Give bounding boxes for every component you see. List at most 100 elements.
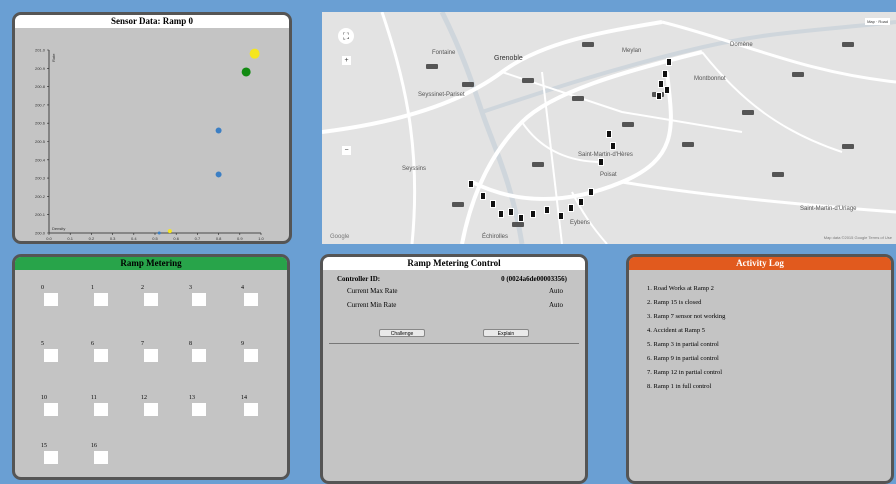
ramp-status-box[interactable] bbox=[144, 403, 158, 416]
ramp-cell-4[interactable]: 4 bbox=[241, 285, 281, 325]
log-item: 5. Ramp 3 in partial control bbox=[647, 341, 719, 348]
ramp-marker[interactable] bbox=[598, 158, 604, 166]
ramp-marker[interactable] bbox=[480, 192, 486, 200]
road-shield bbox=[426, 64, 438, 69]
ramp-cell-5[interactable]: 5 bbox=[41, 341, 81, 381]
ramp-marker[interactable] bbox=[544, 206, 550, 214]
ramp-marker[interactable] bbox=[656, 92, 662, 100]
ramp-marker[interactable] bbox=[490, 200, 496, 208]
ramp-status-box[interactable] bbox=[144, 349, 158, 362]
ramp-marker[interactable] bbox=[588, 188, 594, 196]
ramp-marker[interactable] bbox=[664, 86, 670, 94]
y-tick-label: 200.4 bbox=[35, 157, 46, 162]
y-tick-label: 200.5 bbox=[35, 139, 46, 144]
ramp-cell-12[interactable]: 12 bbox=[141, 395, 181, 435]
x-tick-label: 0.2 bbox=[89, 236, 95, 241]
ramp-cell-10[interactable]: 10 bbox=[41, 395, 81, 435]
ramp-status-box[interactable] bbox=[94, 349, 108, 362]
activity-log-title: Activity Log bbox=[629, 257, 891, 270]
ramp-status-box[interactable] bbox=[94, 451, 108, 464]
zoom-out-button[interactable]: − bbox=[342, 146, 351, 155]
ramp-cell-2[interactable]: 2 bbox=[141, 285, 181, 325]
ramp-status-box[interactable] bbox=[94, 293, 108, 306]
map-panel[interactable]: Grenoble Fontaine Seyssinet-Pariset Seys… bbox=[322, 12, 896, 244]
x-tick-label: 0.5 bbox=[152, 236, 158, 241]
ramp-marker[interactable] bbox=[508, 208, 514, 216]
ramp-cell-label: 5 bbox=[41, 341, 44, 347]
ramp-marker[interactable] bbox=[558, 212, 564, 220]
ramp-status-box[interactable] bbox=[144, 293, 158, 306]
ramp-status-box[interactable] bbox=[192, 349, 206, 362]
ramp-status-box[interactable] bbox=[244, 349, 258, 362]
ramp-cell-8[interactable]: 8 bbox=[189, 341, 229, 381]
ramp-cell-0[interactable]: 0 bbox=[41, 285, 81, 325]
ramp-cell-label: 9 bbox=[241, 341, 244, 347]
road-shield bbox=[622, 122, 634, 127]
ramp-cell-11[interactable]: 11 bbox=[91, 395, 131, 435]
ramp-marker[interactable] bbox=[662, 70, 668, 78]
data-point bbox=[241, 67, 251, 77]
ramp-cell-14[interactable]: 14 bbox=[241, 395, 281, 435]
map-place-label: Saint-Martin-d'Hères bbox=[578, 152, 633, 158]
road-shield bbox=[572, 96, 584, 101]
ramp-cell-13[interactable]: 13 bbox=[189, 395, 229, 435]
road-shield bbox=[452, 202, 464, 207]
challenge-button[interactable]: Challenge bbox=[379, 329, 425, 337]
ramp-cell-label: 3 bbox=[189, 285, 192, 291]
log-item: 2. Ramp 15 is closed bbox=[647, 299, 702, 306]
ramp-marker[interactable] bbox=[578, 198, 584, 206]
max-rate-label: Current Max Rate bbox=[347, 287, 398, 295]
ramp-status-box[interactable] bbox=[192, 293, 206, 306]
ramp-status-box[interactable] bbox=[94, 403, 108, 416]
map-place-label: Échirolles bbox=[482, 234, 509, 240]
map-place-label: Seyssins bbox=[402, 166, 427, 172]
ramp-cell-label: 1 bbox=[91, 285, 94, 291]
ramp-marker[interactable] bbox=[468, 180, 474, 188]
ramp-marker[interactable] bbox=[568, 204, 574, 212]
ramp-marker[interactable] bbox=[610, 142, 616, 150]
ramp-status-box[interactable] bbox=[244, 293, 258, 306]
ramp-status-box[interactable] bbox=[44, 293, 58, 306]
control-divider bbox=[329, 343, 579, 344]
y-tick-label: 200.6 bbox=[35, 121, 46, 126]
y-tick-label: 200.1 bbox=[35, 212, 46, 217]
log-item: 7. Ramp 12 in partial control bbox=[647, 369, 723, 376]
ramp-cell-3[interactable]: 3 bbox=[189, 285, 229, 325]
ramp-marker[interactable] bbox=[518, 214, 524, 222]
ramp-status-box[interactable] bbox=[44, 349, 58, 362]
y-tick-label: 200.7 bbox=[35, 102, 46, 107]
map-type-toggle[interactable]: Map · Road bbox=[865, 18, 890, 25]
fullscreen-icon[interactable]: ⛶ bbox=[338, 28, 354, 44]
ramp-marker[interactable] bbox=[606, 130, 612, 138]
ramp-cell-16[interactable]: 16 bbox=[91, 443, 131, 477]
ramp-marker[interactable] bbox=[666, 58, 672, 66]
ramp-status-box[interactable] bbox=[192, 403, 206, 416]
google-logo: Google bbox=[330, 234, 350, 240]
map-attribution[interactable]: Map data ©2015 Google Terms of Use bbox=[824, 235, 892, 240]
road-shield bbox=[522, 78, 534, 83]
road-shield bbox=[842, 144, 854, 149]
ramp-cell-15[interactable]: 15 bbox=[41, 443, 81, 477]
ramp-cell-1[interactable]: 1 bbox=[91, 285, 131, 325]
ramp-marker[interactable] bbox=[498, 210, 504, 218]
x-tick-label: 0.3 bbox=[110, 236, 116, 241]
map-place-label: Fontaine bbox=[432, 50, 456, 56]
road-shield bbox=[532, 162, 544, 167]
ramp-cell-label: 15 bbox=[41, 443, 47, 449]
ramp-control-panel: Ramp Metering Control Controller ID: 0 (… bbox=[320, 254, 588, 484]
ramp-metering-title: Ramp Metering bbox=[15, 257, 287, 270]
ramp-status-box[interactable] bbox=[44, 403, 58, 416]
y-axis-label: Rate bbox=[51, 53, 56, 62]
ramp-cell-label: 11 bbox=[91, 395, 97, 401]
ramp-cell-7[interactable]: 7 bbox=[141, 341, 181, 381]
zoom-in-button[interactable]: + bbox=[342, 56, 351, 65]
data-point bbox=[167, 229, 172, 234]
ramp-cell-9[interactable]: 9 bbox=[241, 341, 281, 381]
ramp-cell-6[interactable]: 6 bbox=[91, 341, 131, 381]
map-place-label: Montbonnot bbox=[694, 76, 726, 82]
ramp-status-box[interactable] bbox=[244, 403, 258, 416]
explain-button[interactable]: Explain bbox=[483, 329, 529, 337]
ramp-marker[interactable] bbox=[530, 210, 536, 218]
ramp-cell-label: 0 bbox=[41, 285, 44, 291]
ramp-status-box[interactable] bbox=[44, 451, 58, 464]
